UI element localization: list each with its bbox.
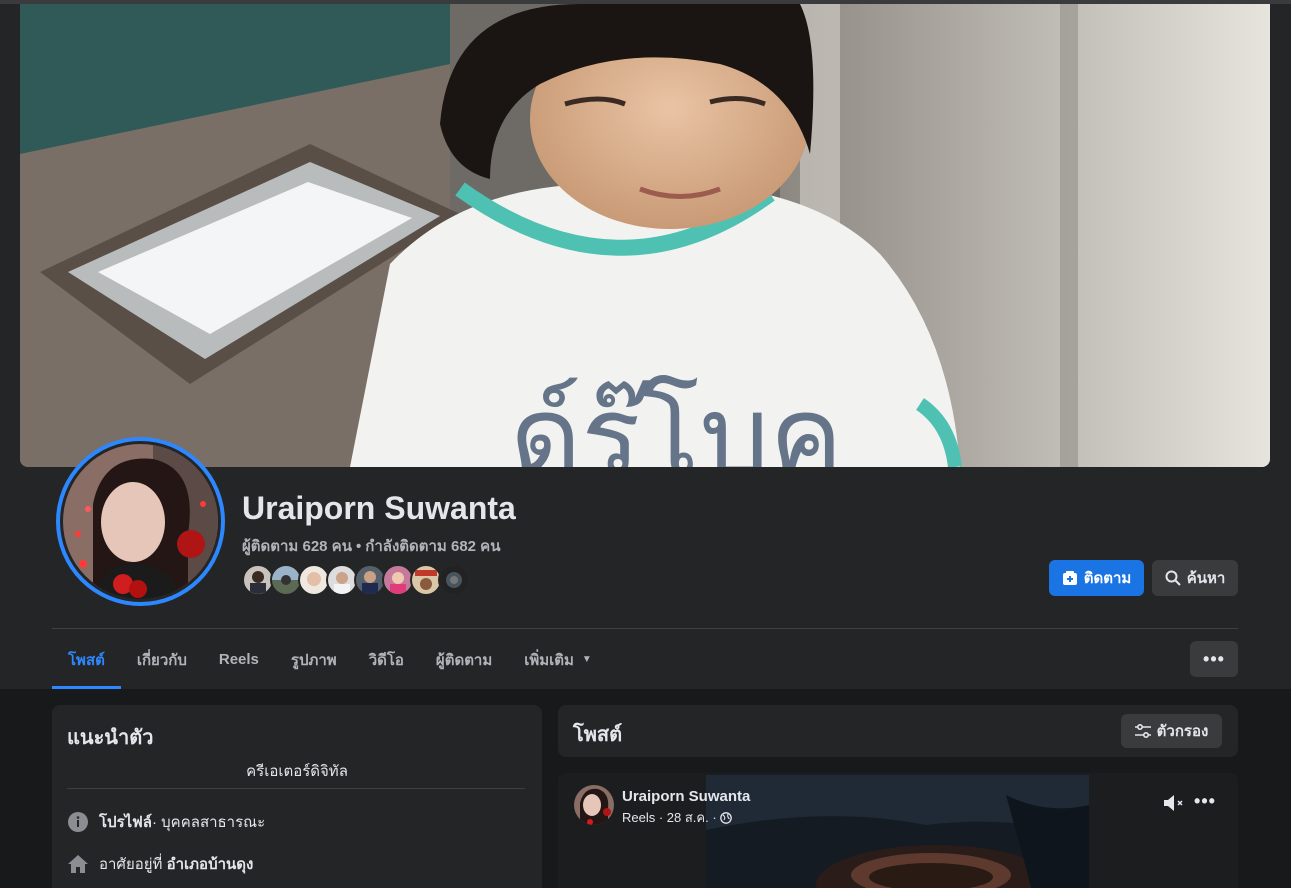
reel-meta-text[interactable]: Reels · 28 ส.ค. · (622, 807, 717, 828)
tab-followers[interactable]: ผู้ติดตาม (420, 630, 508, 689)
tab-reels[interactable]: Reels (203, 630, 275, 689)
reel-meta: Reels · 28 ส.ค. · (622, 807, 732, 828)
tab-label: โพสต์ (68, 651, 105, 669)
add-friend-icon (1062, 571, 1077, 585)
header-divider (52, 628, 1238, 629)
tab-videos[interactable]: วิดีโอ (353, 630, 420, 689)
profile-avatar[interactable] (56, 437, 225, 606)
more-horizontal-icon: ••• (1203, 648, 1225, 669)
home-icon (67, 853, 89, 875)
follow-button[interactable]: ติดตาม (1049, 560, 1144, 596)
intro-lives-prefix: อาศัยอยู่ที่ (99, 856, 163, 873)
caret-down-icon: ▼ (581, 654, 592, 665)
tab-label: รูปภาพ (290, 651, 337, 669)
info-icon (67, 811, 89, 833)
intro-lives-row: อาศัยอยู่ที่ อำเภอบ้านดุง (67, 852, 253, 876)
search-icon (1165, 570, 1181, 586)
posts-title: โพสต์ (573, 724, 623, 746)
intro-card: แนะนำตัว ครีเอเตอร์ดิจิทัล โปรไฟล์ · บุค… (52, 705, 542, 888)
tab-posts[interactable]: โพสต์ (52, 630, 121, 689)
intro-profile-label[interactable]: โปรไฟล์ (99, 810, 152, 834)
profile-name: Uraiporn Suwanta (242, 490, 516, 526)
reel-author-name[interactable]: Uraiporn Suwanta (622, 788, 750, 805)
posts-header-card: โพสต์ ตัวกรอง (558, 705, 1238, 757)
followers-count[interactable]: ผู้ติดตาม 628 คน (242, 538, 352, 555)
intro-lives-value[interactable]: อำเภอบ้านดุง (167, 852, 254, 876)
intro-profile-value: · บุคคลสาธารณะ (152, 814, 266, 831)
intro-divider (67, 788, 525, 789)
reel-post-card: Uraiporn Suwanta Reels · 28 ส.ค. · ••• (558, 773, 1238, 888)
tab-label: Reels (218, 651, 259, 668)
filter-label: ตัวกรอง (1156, 723, 1209, 740)
filter-button[interactable]: ตัวกรอง (1121, 714, 1222, 748)
search-button[interactable]: ค้นหา (1152, 560, 1238, 596)
more-options-button[interactable]: ••• (1190, 641, 1238, 677)
reel-video[interactable] (706, 775, 1089, 888)
muted-speaker-icon[interactable] (1162, 793, 1186, 813)
following-count[interactable]: กำลังติดตาม 682 คน (365, 538, 500, 555)
follow-label: ติดตาม (1083, 570, 1132, 587)
tab-label: เพิ่มเติม (524, 651, 574, 669)
intro-title: แนะนำตัว (67, 727, 154, 749)
cover-photo[interactable]: ด์ร๊โบค (20, 4, 1270, 467)
stats-separator: • (355, 538, 362, 555)
tab-label: วิดีโอ (368, 651, 404, 669)
reel-author-avatar[interactable] (574, 785, 614, 825)
svg-text:ด์ร๊โบค: ด์ร๊โบค (510, 372, 843, 467)
tab-photos[interactable]: รูปภาพ (275, 630, 353, 689)
follow-stats: ผู้ติดตาม 628 คน • กำลังติดตาม 682 คน (242, 534, 500, 558)
intro-profile-row: โปรไฟล์ · บุคคลสาธารณะ (67, 810, 265, 834)
post-more-options-icon[interactable]: ••• (1192, 791, 1218, 815)
filter-sliders-icon (1134, 724, 1151, 738)
globe-icon (719, 811, 732, 824)
intro-bio: ครีเอเตอร์ดิจิทัล (246, 763, 348, 780)
tab-label: เกี่ยวกับ (136, 651, 187, 669)
tab-about[interactable]: เกี่ยวกับ (121, 630, 203, 689)
search-label: ค้นหา (1186, 570, 1226, 587)
profile-tabs: โพสต์ เกี่ยวกับ Reels รูปภาพ วิดีโอ ผู้ต… (52, 630, 608, 689)
tab-more[interactable]: เพิ่มเติม ▼ (508, 630, 608, 689)
follower-avatar[interactable] (438, 564, 470, 596)
tab-label: ผู้ติดตาม (435, 651, 493, 669)
